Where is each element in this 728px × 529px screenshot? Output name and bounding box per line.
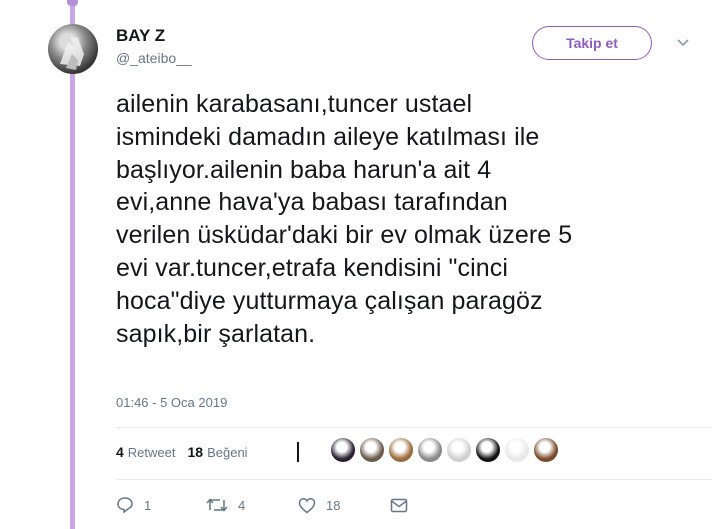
like-count: 18 (326, 497, 341, 513)
tweet-text: ailenin karabasanı,tuncer ustael isminde… (116, 88, 716, 350)
tweet-line: sapık,bir şarlatan. (116, 319, 316, 348)
retweet-stat-count: 4 (116, 444, 124, 460)
liker-avatar[interactable] (475, 437, 501, 463)
tweet-line: başlıyor.ailenin baba harun'a ait 4 (116, 155, 492, 184)
tweet-line: hoca"diye yutturmaya çalışan paragöz (116, 286, 543, 315)
envelope-icon (390, 498, 408, 512)
liker-avatar[interactable] (359, 437, 385, 463)
chevron-down-icon[interactable] (676, 36, 690, 50)
thread-rail-cap (67, 0, 78, 6)
stats-separator (297, 442, 299, 462)
thread-rail (70, 0, 75, 529)
divider (116, 479, 712, 480)
tweet-line: ismindeki damadın aileye katılması ile (116, 122, 540, 151)
like-stat-count: 18 (187, 444, 204, 460)
reply-icon (117, 497, 133, 514)
retweet-action[interactable]: 4 (206, 497, 298, 513)
retweet-count: 4 (238, 497, 246, 513)
liker-avatar[interactable] (504, 437, 530, 463)
divider (116, 427, 712, 428)
avatar[interactable] (48, 24, 98, 74)
like-action[interactable]: 18 (298, 497, 390, 514)
tweet-timestamp[interactable]: 01:46 - 5 Oca 2019 (116, 395, 227, 410)
heart-icon (298, 497, 316, 513)
retweet-icon (206, 498, 228, 512)
liker-avatar[interactable] (533, 437, 559, 463)
tweet-line: evi var.tuncer,etrafa kendisini "cinci (116, 253, 509, 282)
like-stat-label: Beğeni (207, 444, 248, 460)
reply-count: 1 (144, 497, 152, 513)
liker-avatar[interactable] (417, 437, 443, 463)
liker-avatar[interactable] (330, 437, 356, 463)
reply-action[interactable]: 1 (116, 496, 206, 514)
user-handle[interactable]: @_ateibo__ (116, 50, 192, 66)
retweet-stat[interactable]: 4 Retweet (116, 444, 176, 460)
avatar-image (60, 36, 84, 70)
liker-avatar[interactable] (446, 437, 472, 463)
tweet-line: verilen üsküdar'daki bir ev olmak üzere … (116, 221, 573, 250)
liker-avatar[interactable] (388, 437, 414, 463)
direct-message-action[interactable] (390, 498, 418, 513)
liker-avatars (330, 437, 562, 463)
follow-button[interactable]: Takip et (532, 26, 652, 60)
tweet-stats: 4 Retweet 18 Beğeni (116, 444, 260, 460)
retweet-stat-label: Retweet (127, 444, 176, 460)
like-stat[interactable]: 18 Beğeni (188, 444, 248, 460)
display-name[interactable]: BAY Z (116, 26, 165, 46)
tweet-line: evi,anne hava'ya babası tarafından (116, 188, 508, 217)
tweet-line: ailenin karabasanı,tuncer ustael (116, 90, 473, 118)
tweet-actions: 1 4 18 (116, 496, 418, 514)
